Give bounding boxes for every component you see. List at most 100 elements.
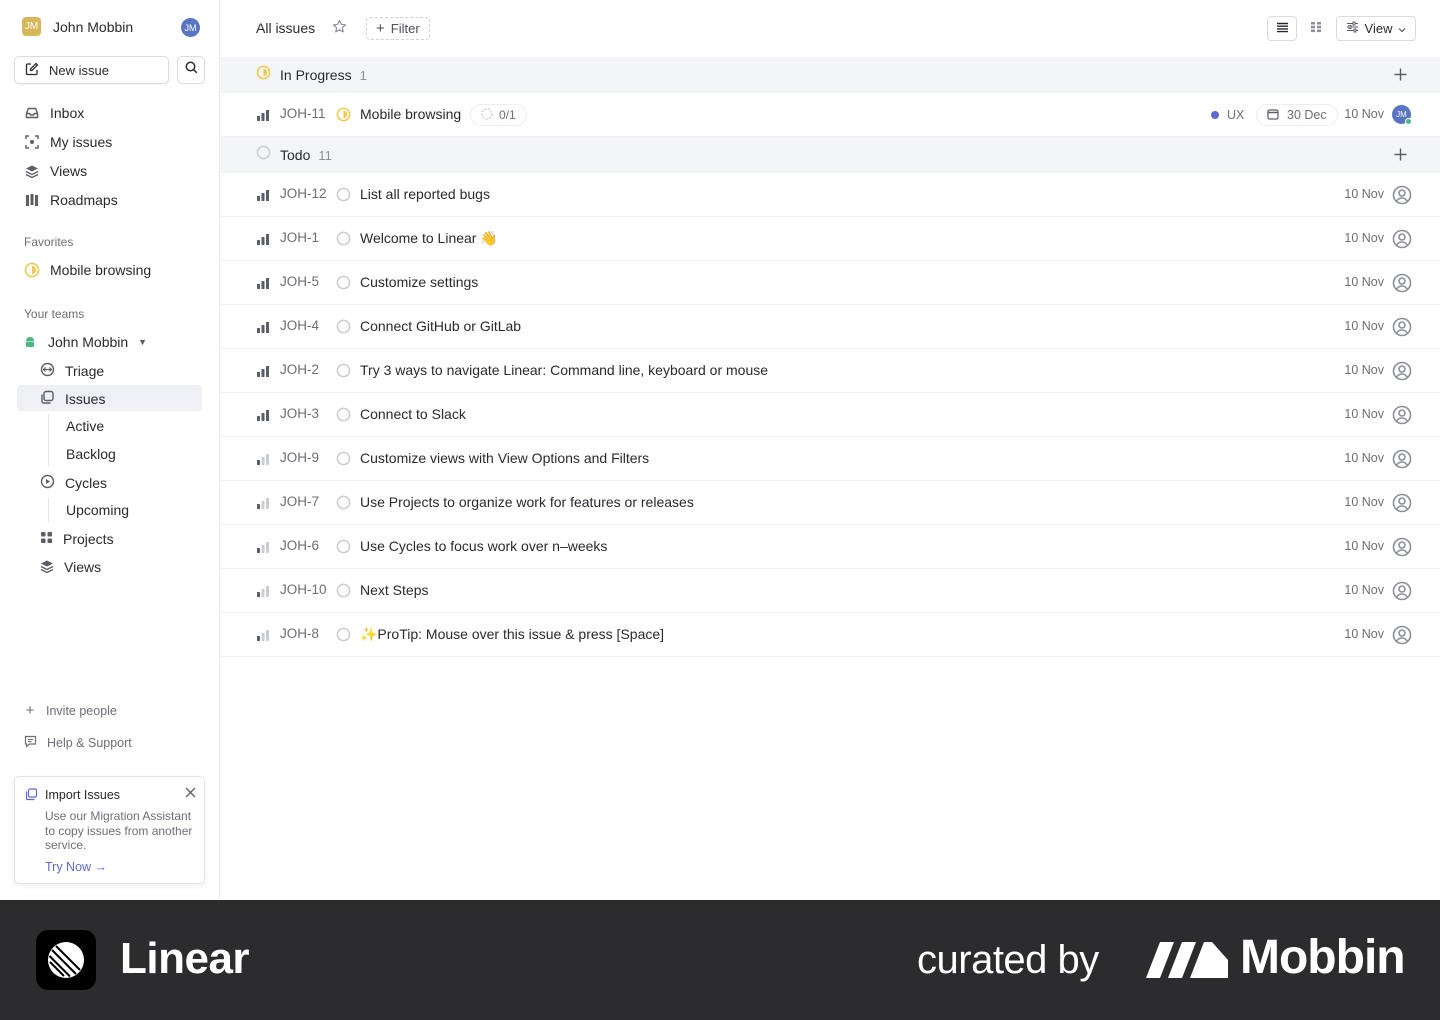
priority-icon[interactable] — [256, 364, 270, 382]
help-support[interactable]: Help & Support — [24, 735, 132, 751]
priority-icon[interactable] — [256, 108, 270, 126]
priority-icon[interactable] — [256, 584, 270, 602]
group-header-in-progress[interactable]: In Progress 1 — [220, 57, 1440, 93]
workspace-switcher[interactable]: JM John Mobbin — [22, 17, 133, 36]
todo-icon[interactable] — [336, 627, 351, 647]
nav-views[interactable]: Views — [24, 160, 87, 182]
issue-row[interactable]: JOH-4 Connect GitHub or GitLab 10 Nov — [220, 305, 1440, 349]
issue-row[interactable]: JOH-5 Customize settings 10 Nov — [220, 261, 1440, 305]
created-date: 10 Nov — [1344, 363, 1384, 377]
unassigned-user-icon[interactable] — [1392, 229, 1412, 254]
team-issues[interactable]: Issues — [40, 388, 105, 410]
invite-people[interactable]: + Invite people — [24, 702, 117, 719]
team-cycles[interactable]: Cycles — [40, 472, 107, 494]
team-triage[interactable]: Triage — [40, 360, 104, 382]
todo-icon[interactable] — [336, 583, 351, 603]
user-avatar[interactable]: JM — [181, 18, 200, 37]
issue-row[interactable]: JOH-10 Next Steps 10 Nov — [220, 569, 1440, 613]
group-header-todo[interactable]: Todo 11 — [220, 137, 1440, 173]
todo-icon[interactable] — [336, 539, 351, 559]
add-issue-icon[interactable] — [1394, 65, 1407, 86]
priority-icon[interactable] — [256, 276, 270, 294]
priority-icon[interactable] — [256, 232, 270, 250]
issue-id: JOH-6 — [280, 538, 320, 553]
unassigned-user-icon[interactable] — [1392, 185, 1412, 210]
plus-icon: + — [376, 20, 385, 37]
unassigned-user-icon[interactable] — [1392, 493, 1412, 518]
issue-title: ✨ProTip: Mouse over this issue & press [… — [360, 626, 665, 642]
sub-upcoming[interactable]: Upcoming — [66, 502, 129, 518]
todo-icon[interactable] — [336, 275, 351, 295]
todo-icon[interactable] — [336, 187, 351, 207]
teams-heading: Your teams — [24, 307, 85, 321]
unassigned-user-icon[interactable] — [1392, 405, 1412, 430]
unassigned-user-icon[interactable] — [1392, 449, 1412, 474]
team-projects[interactable]: Projects — [40, 528, 114, 550]
created-date: 10 Nov — [1344, 319, 1384, 333]
issue-row[interactable]: JOH-7 Use Projects to organize work for f… — [220, 481, 1440, 525]
label-chip[interactable]: UX — [1201, 104, 1254, 126]
triage-icon — [40, 362, 55, 380]
issue-row[interactable]: JOH-2 Try 3 ways to navigate Linear: Comm… — [220, 349, 1440, 393]
priority-icon[interactable] — [256, 188, 270, 206]
in-progress-icon[interactable] — [336, 107, 351, 127]
priority-icon[interactable] — [256, 408, 270, 426]
todo-icon[interactable] — [336, 231, 351, 251]
team-views-label: Views — [64, 559, 102, 575]
close-icon[interactable] — [185, 785, 196, 803]
todo-icon[interactable] — [336, 407, 351, 427]
tree-connector — [48, 498, 49, 522]
priority-icon[interactable] — [256, 320, 270, 338]
nav-my-issues[interactable]: My issues — [24, 131, 112, 153]
issue-row[interactable]: JOH-11 Mobile browsing 0/1 UX 30 Dec 10 … — [220, 93, 1440, 137]
unassigned-user-icon[interactable] — [1392, 581, 1412, 606]
issue-row[interactable]: JOH-9 Customize views with View Options a… — [220, 437, 1440, 481]
nav-my-issues-label: My issues — [50, 134, 113, 150]
team-views[interactable]: Views — [40, 556, 101, 578]
issue-id: JOH-9 — [280, 450, 320, 465]
team-john-mobbin[interactable]: John Mobbin ▼ — [22, 331, 147, 353]
favorite-mobile-browsing[interactable]: Mobile browsing — [24, 259, 151, 281]
todo-icon[interactable] — [336, 319, 351, 339]
unassigned-user-icon[interactable] — [1392, 537, 1412, 562]
nav-inbox[interactable]: Inbox — [24, 102, 84, 124]
list-layout-button[interactable] — [1267, 16, 1297, 41]
todo-icon[interactable] — [336, 363, 351, 383]
sub-issues-chip[interactable]: 0/1 — [470, 104, 527, 126]
search-button[interactable] — [177, 56, 205, 84]
new-issue-button[interactable]: New issue — [14, 56, 169, 84]
issue-row[interactable]: JOH-6 Use Cycles to focus work over n–wee… — [220, 525, 1440, 569]
priority-icon[interactable] — [256, 540, 270, 558]
due-date-chip[interactable]: 30 Dec — [1256, 104, 1338, 126]
in-progress-icon — [256, 65, 271, 85]
online-status-dot — [1405, 118, 1412, 125]
nav-roadmaps[interactable]: Roadmaps — [24, 189, 118, 211]
unassigned-user-icon[interactable] — [1392, 317, 1412, 342]
mobbin-banner: Linear curated by Mobbin — [0, 900, 1440, 1020]
unassigned-user-icon[interactable] — [1392, 625, 1412, 650]
star-icon[interactable] — [332, 19, 347, 38]
add-issue-icon[interactable] — [1394, 145, 1407, 166]
priority-icon[interactable] — [256, 496, 270, 514]
assignee-avatar[interactable]: JM — [1392, 105, 1412, 125]
filter-label: Filter — [390, 21, 420, 36]
issue-row[interactable]: JOH-3 Connect to Slack 10 Nov — [220, 393, 1440, 437]
sub-active[interactable]: Active — [66, 418, 104, 434]
import-description: Use our Migration Assistant to copy issu… — [45, 809, 193, 852]
favorite-label: Mobile browsing — [50, 262, 152, 278]
sub-backlog[interactable]: Backlog — [66, 446, 116, 462]
import-try-now-link[interactable]: Try Now → — [45, 860, 107, 874]
filter-button[interactable]: + Filter — [366, 17, 430, 40]
priority-icon[interactable] — [256, 628, 270, 646]
issue-row[interactable]: JOH-1 Welcome to Linear 👋 10 Nov — [220, 217, 1440, 261]
unassigned-user-icon[interactable] — [1392, 361, 1412, 386]
priority-icon[interactable] — [256, 452, 270, 470]
todo-icon[interactable] — [336, 451, 351, 471]
issue-row[interactable]: JOH-12 List all reported bugs 10 Nov — [220, 173, 1440, 217]
board-layout-button[interactable] — [1301, 16, 1331, 41]
view-options-button[interactable]: View — [1336, 16, 1416, 41]
issue-id: JOH-10 — [280, 582, 327, 597]
unassigned-user-icon[interactable] — [1392, 273, 1412, 298]
issue-row[interactable]: JOH-8 ✨ProTip: Mouse over this issue & pr… — [220, 613, 1440, 657]
todo-icon[interactable] — [336, 495, 351, 515]
